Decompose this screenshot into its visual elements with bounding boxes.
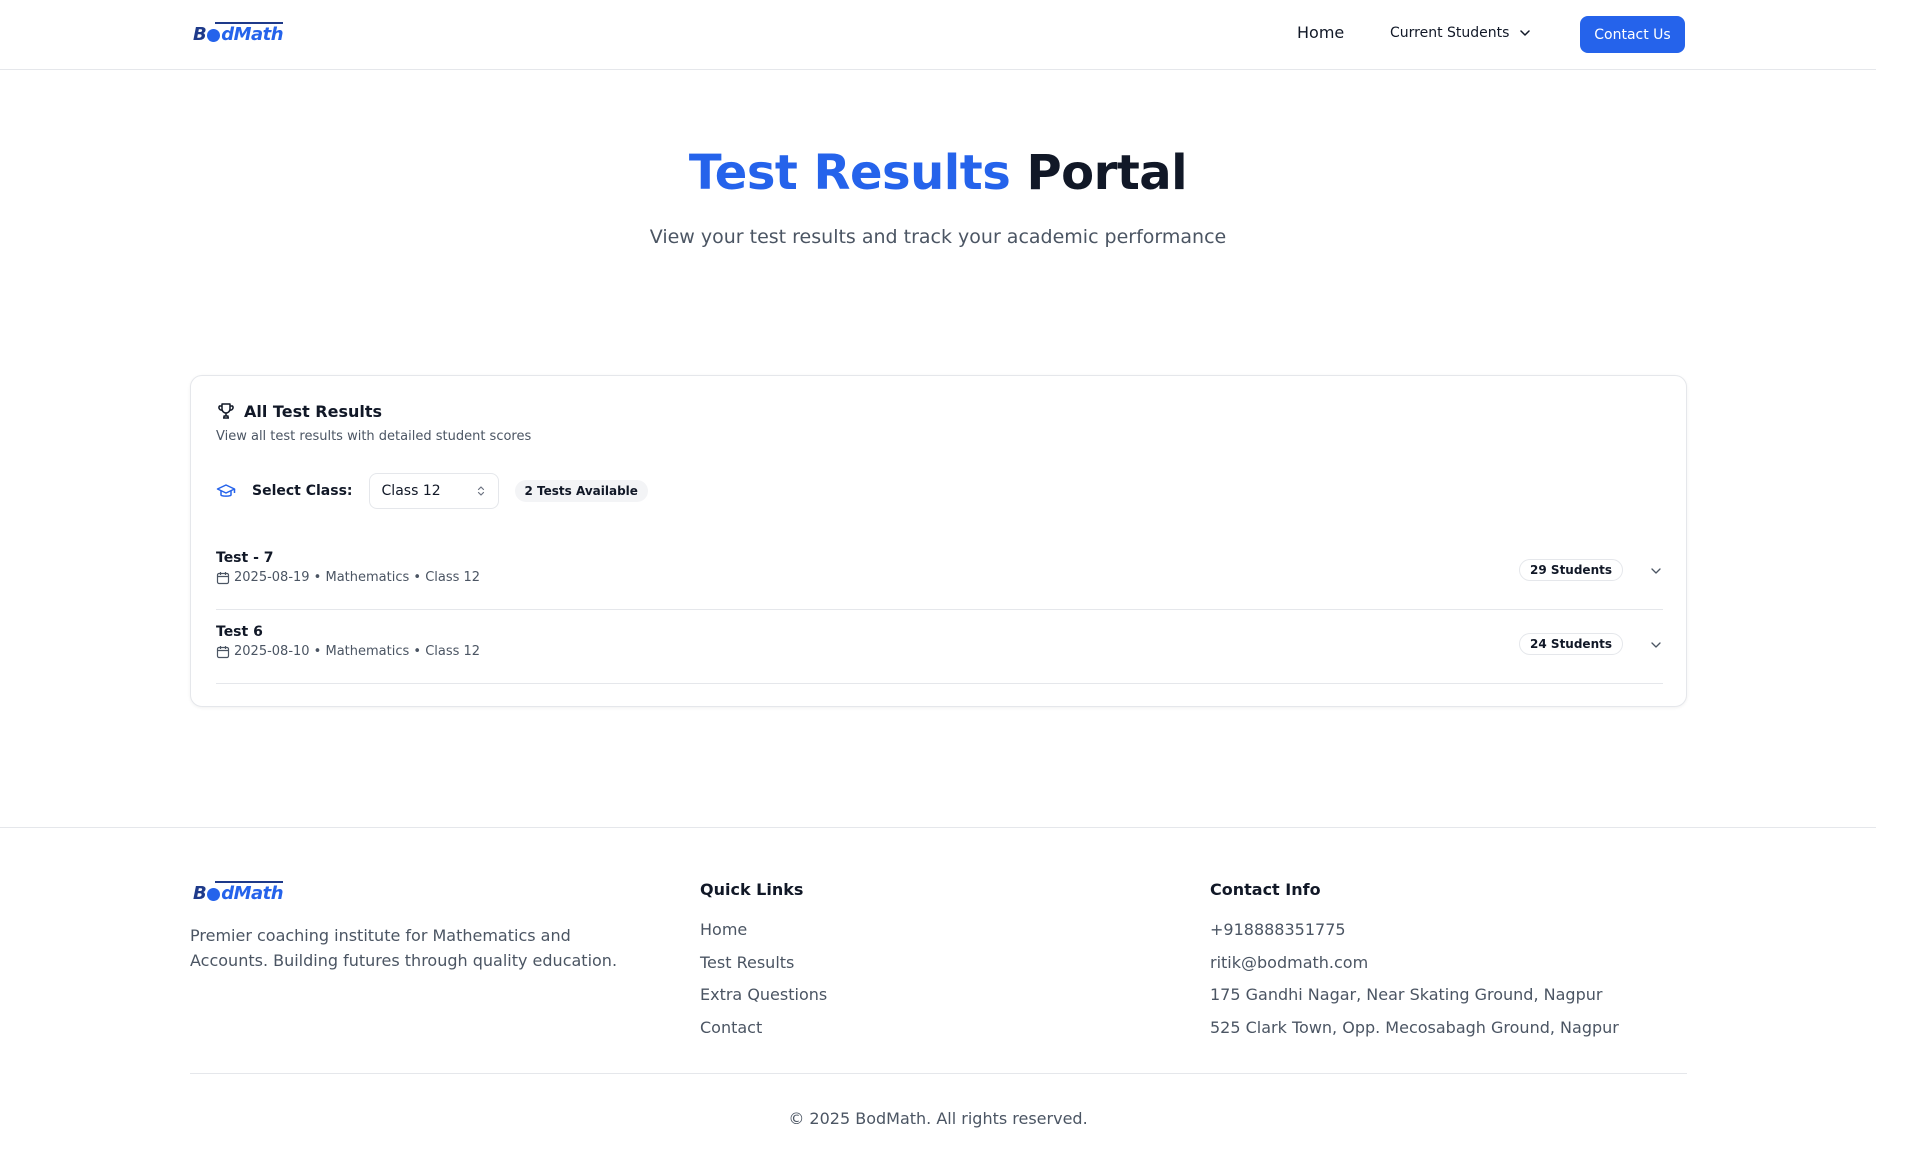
test-row[interactable]: Test - 7 2025-08-19 • Mathematics • Clas… bbox=[216, 536, 1663, 610]
header-logo[interactable]: BdMath bbox=[193, 22, 284, 45]
calendar-icon bbox=[216, 645, 230, 658]
card-header: All Test Results bbox=[216, 401, 382, 421]
contact-info-title: Contact Info bbox=[1210, 880, 1321, 899]
test-meta: 2025-08-10 • Mathematics • Class 12 bbox=[216, 644, 480, 659]
page-title-accent: Test Results bbox=[688, 145, 1011, 201]
test-meta: 2025-08-19 • Mathematics • Class 12 bbox=[216, 570, 480, 585]
select-class-label: Select Class: bbox=[252, 483, 353, 499]
students-count-badge: 24 Students bbox=[1519, 633, 1623, 655]
footer-divider bbox=[0, 827, 1876, 828]
contact-us-button[interactable]: Contact Us bbox=[1580, 16, 1685, 53]
card-description: View all test results with detailed stud… bbox=[216, 429, 532, 444]
copyright-text: © 2025 BodMath. All rights reserved. bbox=[788, 1109, 1088, 1128]
quick-links-title: Quick Links bbox=[700, 880, 804, 899]
chevron-down-icon[interactable] bbox=[1649, 638, 1663, 652]
footer-logo[interactable]: BdMath bbox=[193, 881, 284, 904]
test-name: Test - 7 bbox=[216, 550, 274, 566]
chevron-down-icon bbox=[1520, 30, 1531, 36]
test-results-card: All Test Results View all test results w… bbox=[190, 375, 1687, 707]
nav-current-students-label: Current Students bbox=[1390, 25, 1510, 41]
footer-link-home[interactable]: Home bbox=[700, 919, 827, 952]
page-title: Test Results Portal bbox=[0, 145, 1876, 201]
footer-about-text: Premier coaching institute for Mathemati… bbox=[190, 926, 618, 970]
site-header: BdMath Home Current Students Contact Us bbox=[0, 0, 1876, 70]
test-name: Test 6 bbox=[216, 624, 263, 640]
students-count-badge: 29 Students bbox=[1519, 559, 1623, 581]
class-select-value: Class 12 bbox=[381, 483, 441, 499]
quick-links-list: Home Test Results Extra Questions Contac… bbox=[700, 919, 827, 1049]
card-title: All Test Results bbox=[244, 401, 383, 421]
chevron-down-icon[interactable] bbox=[1649, 564, 1663, 578]
calendar-icon bbox=[216, 571, 230, 584]
page-subtitle: View your test results and track your ac… bbox=[649, 226, 1227, 248]
trophy-icon bbox=[218, 403, 234, 419]
contact-address-2: 525 Clark Town, Opp. Mecosabagh Ground, … bbox=[1210, 1017, 1619, 1037]
footer-link-extra-questions[interactable]: Extra Questions bbox=[700, 984, 827, 1017]
test-meta-text: 2025-08-19 • Mathematics • Class 12 bbox=[234, 570, 481, 585]
class-select[interactable]: Class 12 bbox=[368, 473, 499, 509]
graduation-cap-icon bbox=[216, 484, 236, 497]
contact-address-1: 175 Gandhi Nagar, Near Skating Ground, N… bbox=[1210, 985, 1603, 1004]
test-meta-text: 2025-08-10 • Mathematics • Class 12 bbox=[234, 644, 481, 659]
chevron-up-down-icon bbox=[477, 486, 484, 496]
footer-bottom-divider bbox=[190, 1073, 1687, 1074]
nav-current-students-dropdown[interactable]: Current Students bbox=[1390, 25, 1531, 41]
nav-home-link[interactable]: Home bbox=[1297, 23, 1344, 42]
class-selector-row: Select Class: Class 12 2 Tests Available bbox=[216, 473, 648, 509]
footer-link-test-results[interactable]: Test Results bbox=[700, 952, 827, 985]
tests-available-badge: 2 Tests Available bbox=[514, 480, 648, 502]
test-row[interactable]: Test 6 2025-08-10 • Mathematics • Class … bbox=[216, 610, 1663, 684]
page-title-rest: Portal bbox=[1026, 145, 1188, 201]
contact-info-list: +918888351775 ritik@bodmath.com 175 Gand… bbox=[1210, 919, 1619, 1049]
contact-email: ritik@bodmath.com bbox=[1210, 952, 1369, 972]
contact-phone: +918888351775 bbox=[1210, 920, 1346, 939]
footer-link-contact[interactable]: Contact bbox=[700, 1017, 827, 1050]
